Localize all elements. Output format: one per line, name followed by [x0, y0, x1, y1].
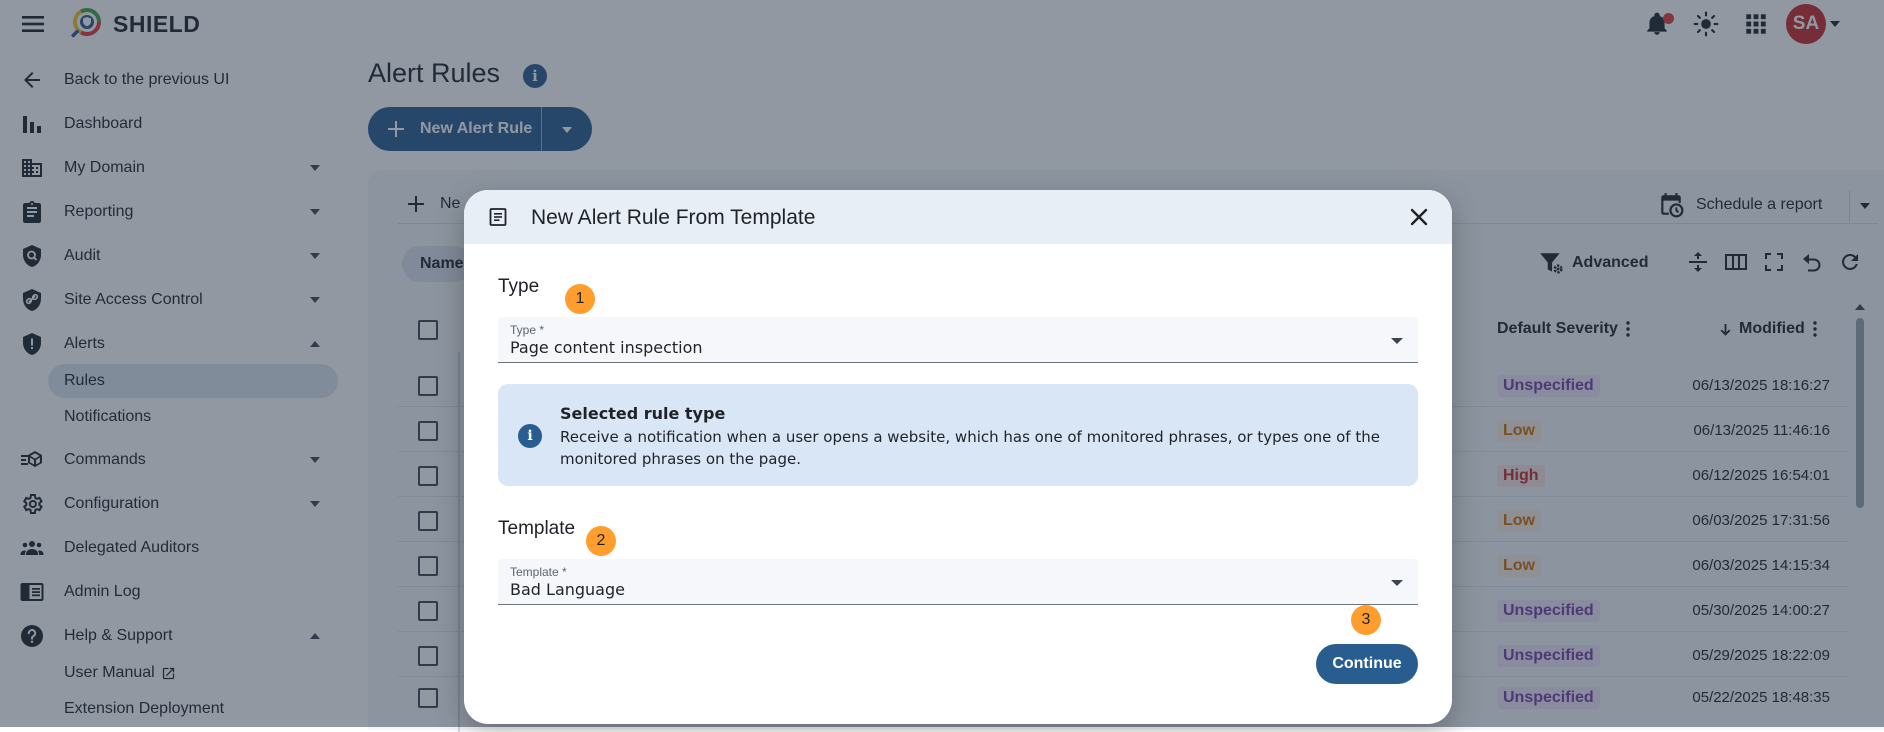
info-title: Selected rule type	[560, 404, 726, 423]
document-icon	[488, 207, 508, 227]
template-section-title: Template	[498, 518, 576, 539]
template-field-label: Template *	[510, 565, 567, 579]
step-badge-1: 1	[565, 284, 595, 314]
type-field-value: Page content inspection	[510, 338, 703, 357]
dialog-title: New Alert Rule From Template	[531, 206, 816, 229]
step-badge-2: 2	[586, 526, 616, 556]
dialog-header: New Alert Rule From Template	[464, 190, 1452, 244]
type-select[interactable]: Type * Page content inspection	[498, 317, 1418, 363]
continue-button[interactable]: Continue	[1316, 644, 1418, 684]
template-field-value: Bad Language	[510, 580, 625, 599]
selected-rule-type-info: i Selected rule type Receive a notificat…	[498, 384, 1418, 486]
chevron-down-icon	[1390, 579, 1404, 587]
info-description: Receive a notification when a user opens…	[560, 428, 1380, 468]
template-select[interactable]: Template * Bad Language	[498, 559, 1418, 605]
chevron-down-icon	[1390, 337, 1404, 345]
type-field-label: Type *	[510, 323, 545, 337]
close-icon[interactable]	[1409, 207, 1429, 227]
step-badge-3: 3	[1351, 605, 1381, 635]
new-alert-rule-template-dialog: New Alert Rule From Template Type 1 Type…	[464, 190, 1452, 724]
info-icon: i	[518, 424, 542, 448]
type-section-title: Type	[498, 276, 540, 297]
